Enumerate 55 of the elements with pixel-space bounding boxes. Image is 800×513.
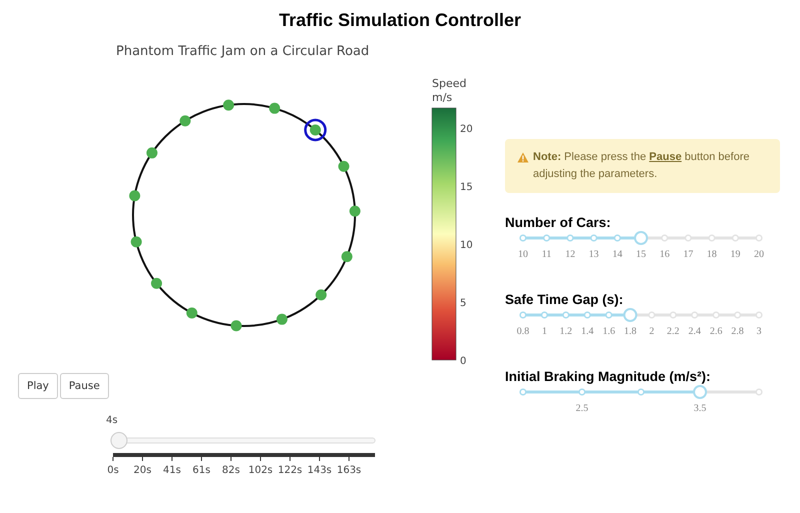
slider-tick-label: 16 — [660, 249, 670, 260]
slider-tick-label: 12 — [565, 249, 576, 260]
time-tick-label: 41s — [163, 465, 181, 476]
time-tick-label: 163s — [336, 465, 362, 476]
time-tick-label: 122s — [278, 465, 302, 476]
slider-tick-label: 10 — [518, 249, 528, 260]
colorbar-tick-label: 0 — [460, 356, 466, 367]
slider-tick-label: 1.2 — [560, 326, 572, 337]
time-current-label: 4s — [106, 415, 118, 426]
time-tick-label: 0s — [107, 465, 119, 476]
slider-tick-label: 13 — [588, 249, 599, 260]
time-tick-label: 82s — [222, 465, 240, 476]
slider-tick-label: 18 — [706, 249, 717, 260]
slider-tick-label: 1 — [542, 326, 547, 337]
slider-tick-label: 3 — [756, 326, 762, 337]
slider[interactable] — [519, 308, 763, 322]
control-button[interactable]: Pause — [60, 373, 109, 399]
time-tick-label: 102s — [248, 465, 273, 476]
colorbar-tick-label: 10 — [460, 240, 473, 251]
slider-tick-label: 0.8 — [516, 326, 530, 337]
colorbar-title: Speed — [432, 77, 466, 90]
slider-tick-label: 14 — [612, 249, 622, 260]
slider-tick-label: 2.4 — [688, 326, 701, 337]
time-slider[interactable] — [110, 432, 376, 449]
slider-tick-label: 2.6 — [710, 326, 722, 337]
slider-tick-label: 15 — [636, 249, 646, 260]
slider-tick-label: 1.4 — [581, 326, 594, 337]
slider-tick-label: 2.2 — [666, 326, 680, 337]
slider-tick-label: 2 — [649, 326, 654, 337]
slider[interactable] — [519, 231, 763, 245]
time-tick-label: 61s — [192, 465, 210, 476]
colorbar-tick-label: 5 — [460, 298, 466, 309]
slider[interactable] — [519, 385, 763, 399]
control-button[interactable]: Play — [18, 373, 58, 399]
slider-tick-label: 11 — [542, 249, 552, 260]
slider-label: Safe Time Gap (s): — [505, 292, 624, 307]
slider-label: Number of Cars: — [505, 215, 612, 230]
time-tick-label: 143s — [307, 465, 332, 476]
page-title: Traffic Simulation Controller — [278, 9, 522, 30]
slider-tick-label: 17 — [683, 249, 694, 260]
time-tick-label: 20s — [134, 465, 152, 476]
slider-label: Initial Braking Magnitude (m/s²): — [505, 369, 712, 384]
slider-tick-label: 2.5 — [576, 403, 588, 414]
colorbar-tick-label: 15 — [460, 182, 473, 193]
slider-tick-label: 19 — [730, 249, 740, 260]
note-text: Note: Please press the Pause button before adjusting the parameters. — [533, 150, 750, 182]
slider-tick-label: 20 — [754, 249, 764, 260]
colorbar-tick-label: 20 — [460, 124, 473, 135]
plot-title: Phantom Traffic Jam on a Circular Road — [116, 44, 370, 59]
warning-icon — [517, 152, 529, 163]
slider-tick-label: 1.8 — [624, 326, 637, 337]
slider-tick-label: 3.5 — [694, 403, 706, 414]
slider-tick-label: 2.8 — [731, 326, 744, 337]
slider-tick-label: 1.6 — [602, 326, 616, 337]
colorbar-unit: m/s — [432, 91, 452, 104]
